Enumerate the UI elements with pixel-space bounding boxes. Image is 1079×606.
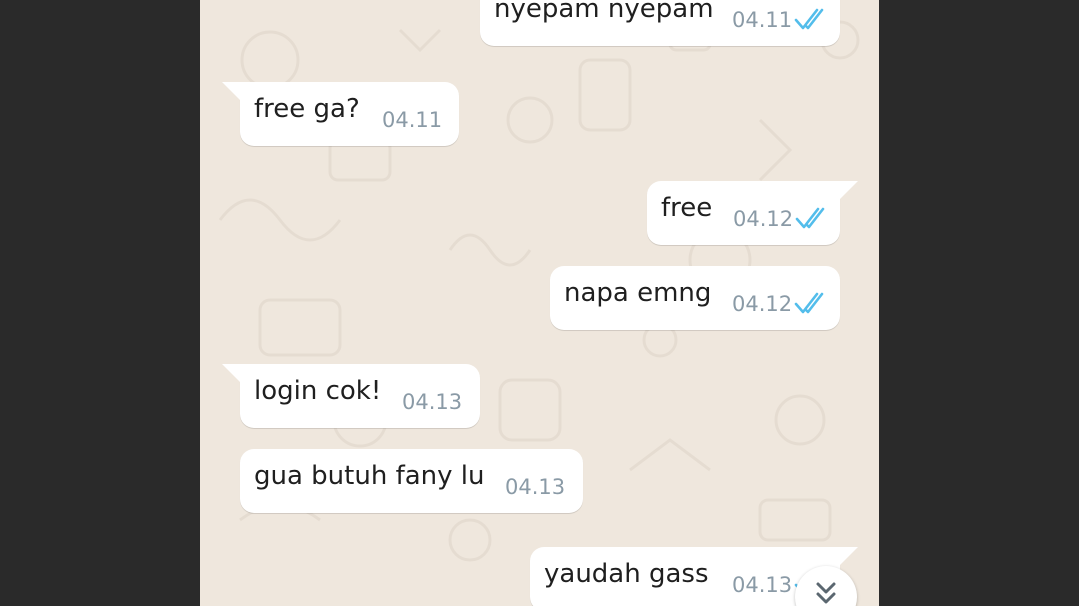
message-bubble-in[interactable]: gua butuh fany lu 04.13: [240, 449, 583, 513]
double-chevron-down-icon: [816, 582, 836, 604]
bubble-tail: [840, 181, 858, 199]
read-double-check-icon: [795, 207, 825, 229]
message-timestamp: 04.11: [732, 8, 793, 32]
message-timestamp: 04.13: [732, 573, 793, 597]
message-bubble-in[interactable]: free ga? 04.11: [222, 82, 459, 146]
message-bubble-out[interactable]: yaudah gass 04.13: [530, 547, 858, 606]
message-bubble-out[interactable]: nyepam nyepam 04.11: [480, 0, 840, 46]
message-text: login cok!: [254, 376, 382, 406]
read-double-check-icon: [794, 8, 824, 30]
message-text: napa emng: [564, 278, 712, 308]
message-bubble-in[interactable]: login cok! 04.13: [222, 364, 480, 428]
message-text: gua butuh fany lu: [254, 461, 485, 491]
message-text: free ga?: [254, 94, 360, 124]
bubble-tail: [840, 547, 858, 565]
read-double-check-icon: [794, 292, 824, 314]
right-letterbox: [879, 0, 1079, 606]
message-timestamp: 04.12: [733, 207, 794, 231]
chat-area[interactable]: nyepam nyepam 04.11 free ga? 04.11 free 04.12…: [200, 0, 879, 606]
bubble-tail: [222, 364, 240, 382]
message-text: free: [661, 193, 713, 223]
message-timestamp: 04.13: [505, 475, 566, 499]
message-timestamp: 04.12: [732, 292, 793, 316]
left-letterbox: [0, 0, 200, 606]
message-bubble-out[interactable]: napa emng 04.12: [550, 266, 840, 330]
message-timestamp: 04.13: [402, 390, 463, 414]
message-bubble-out[interactable]: free 04.12: [647, 181, 858, 245]
bubble-tail: [222, 82, 240, 100]
message-timestamp: 04.11: [382, 108, 443, 132]
message-text: nyepam nyepam: [494, 0, 714, 24]
message-text: yaudah gass: [544, 559, 709, 589]
